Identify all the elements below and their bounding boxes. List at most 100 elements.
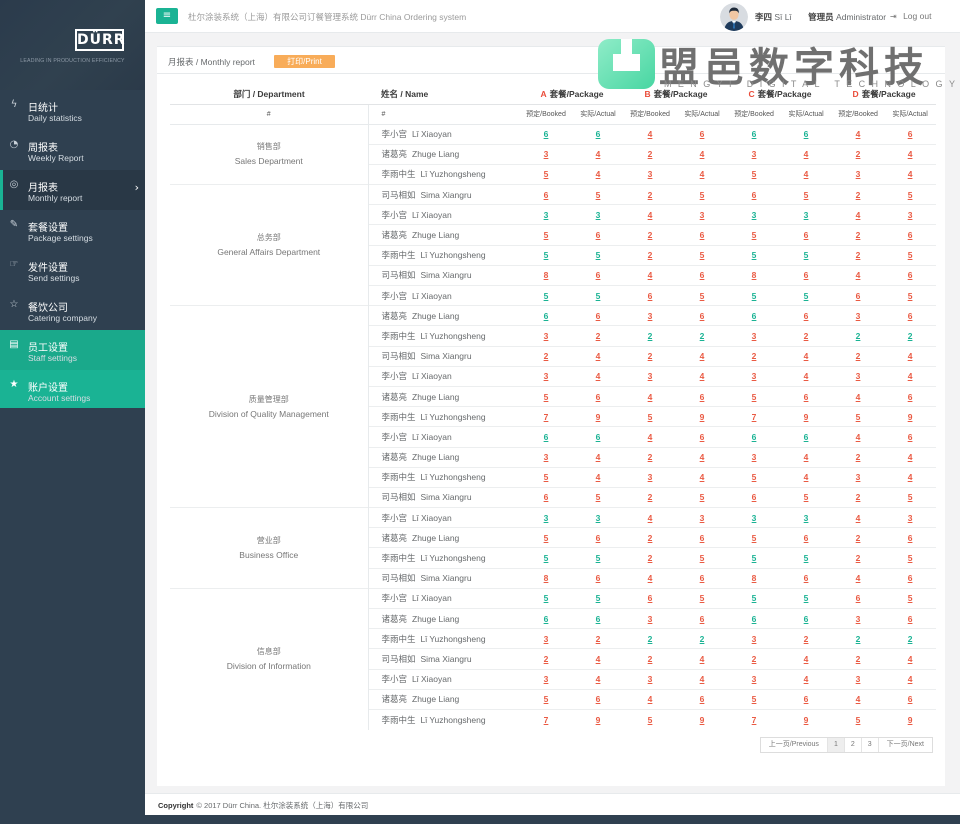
booked-count-link[interactable]: 5 (752, 169, 757, 179)
page-2-button[interactable]: 2 (843, 738, 861, 752)
booked-count-link[interactable]: 3 (856, 371, 861, 381)
booked-count-link[interactable]: 3 (544, 634, 549, 644)
booked-count-link[interactable]: 5 (752, 250, 757, 260)
booked-count-link[interactable]: 3 (648, 674, 653, 684)
booked-count-link[interactable]: 5 (752, 230, 757, 240)
actual-count-link[interactable]: 6 (804, 129, 809, 139)
booked-count-link[interactable]: 7 (544, 715, 549, 725)
sidebar-item-package-settings[interactable]: ✎ 套餐设置 Package settings (0, 210, 145, 250)
booked-count-link[interactable]: 5 (752, 472, 757, 482)
booked-count-link[interactable]: 4 (648, 392, 653, 402)
actual-count-link[interactable]: 4 (700, 472, 705, 482)
page-1-button[interactable]: 1 (826, 738, 844, 752)
actual-count-link[interactable]: 6 (596, 432, 601, 442)
actual-count-link[interactable]: 5 (596, 492, 601, 502)
booked-count-link[interactable]: 3 (544, 331, 549, 341)
booked-count-link[interactable]: 3 (752, 371, 757, 381)
booked-count-link[interactable]: 3 (648, 614, 653, 624)
booked-count-link[interactable]: 6 (752, 614, 757, 624)
actual-count-link[interactable]: 4 (908, 674, 913, 684)
actual-count-link[interactable]: 6 (804, 573, 809, 583)
booked-count-link[interactable]: 5 (648, 715, 653, 725)
booked-count-link[interactable]: 3 (544, 210, 549, 220)
booked-count-link[interactable]: 8 (752, 573, 757, 583)
booked-count-link[interactable]: 6 (544, 614, 549, 624)
actual-count-link[interactable]: 4 (596, 351, 601, 361)
actual-count-link[interactable]: 6 (804, 270, 809, 280)
actual-count-link[interactable]: 4 (908, 149, 913, 159)
booked-count-link[interactable]: 5 (752, 694, 757, 704)
actual-count-link[interactable]: 3 (804, 513, 809, 523)
actual-count-link[interactable]: 4 (596, 371, 601, 381)
actual-count-link[interactable]: 5 (596, 190, 601, 200)
actual-count-link[interactable]: 4 (908, 169, 913, 179)
sidebar-item-send-settings[interactable]: ☞ 发件设置 Send settings (0, 250, 145, 290)
actual-count-link[interactable]: 2 (804, 331, 809, 341)
next-page-button[interactable]: 下一页/Next (877, 738, 932, 752)
booked-count-link[interactable]: 2 (544, 351, 549, 361)
menu-toggle-button[interactable]: ≡ (156, 8, 178, 24)
actual-count-link[interactable]: 4 (908, 654, 913, 664)
booked-count-link[interactable]: 6 (856, 291, 861, 301)
booked-count-link[interactable]: 5 (544, 553, 549, 563)
actual-count-link[interactable]: 5 (908, 553, 913, 563)
booked-count-link[interactable]: 5 (544, 230, 549, 240)
actual-count-link[interactable]: 4 (804, 472, 809, 482)
booked-count-link[interactable]: 3 (752, 634, 757, 644)
page-3-button[interactable]: 3 (860, 738, 878, 752)
actual-count-link[interactable]: 6 (596, 311, 601, 321)
actual-count-link[interactable]: 4 (700, 654, 705, 664)
sidebar-item-daily-statistics[interactable]: ϟ 日统计 Daily statistics (0, 90, 145, 130)
actual-count-link[interactable]: 4 (596, 472, 601, 482)
booked-count-link[interactable]: 4 (856, 573, 861, 583)
actual-count-link[interactable]: 6 (700, 573, 705, 583)
actual-count-link[interactable]: 6 (908, 270, 913, 280)
booked-count-link[interactable]: 3 (752, 452, 757, 462)
actual-count-link[interactable]: 4 (908, 472, 913, 482)
logout-link[interactable]: ⇥ Log out (890, 11, 931, 21)
booked-count-link[interactable]: 8 (544, 573, 549, 583)
booked-count-link[interactable]: 3 (856, 674, 861, 684)
booked-count-link[interactable]: 6 (544, 432, 549, 442)
actual-count-link[interactable]: 5 (908, 492, 913, 502)
actual-count-link[interactable]: 6 (908, 311, 913, 321)
booked-count-link[interactable]: 5 (752, 291, 757, 301)
actual-count-link[interactable]: 4 (700, 351, 705, 361)
booked-count-link[interactable]: 5 (544, 250, 549, 260)
actual-count-link[interactable]: 4 (908, 452, 913, 462)
booked-count-link[interactable]: 4 (856, 392, 861, 402)
actual-count-link[interactable]: 6 (700, 614, 705, 624)
booked-count-link[interactable]: 2 (856, 149, 861, 159)
booked-count-link[interactable]: 2 (648, 331, 653, 341)
actual-count-link[interactable]: 4 (804, 351, 809, 361)
booked-count-link[interactable]: 4 (648, 573, 653, 583)
actual-count-link[interactable]: 5 (804, 492, 809, 502)
booked-count-link[interactable]: 8 (544, 270, 549, 280)
booked-count-link[interactable]: 4 (856, 129, 861, 139)
actual-count-link[interactable]: 4 (908, 351, 913, 361)
booked-count-link[interactable]: 3 (648, 169, 653, 179)
actual-count-link[interactable]: 6 (908, 230, 913, 240)
actual-count-link[interactable]: 6 (804, 614, 809, 624)
booked-count-link[interactable]: 2 (856, 533, 861, 543)
actual-count-link[interactable]: 4 (700, 371, 705, 381)
actual-count-link[interactable]: 2 (908, 331, 913, 341)
booked-count-link[interactable]: 2 (648, 553, 653, 563)
actual-count-link[interactable]: 6 (908, 614, 913, 624)
booked-count-link[interactable]: 2 (856, 492, 861, 502)
actual-count-link[interactable]: 4 (596, 149, 601, 159)
booked-count-link[interactable]: 6 (856, 593, 861, 603)
actual-count-link[interactable]: 6 (804, 230, 809, 240)
booked-count-link[interactable]: 2 (648, 452, 653, 462)
actual-count-link[interactable]: 9 (596, 412, 601, 422)
actual-count-link[interactable]: 5 (596, 291, 601, 301)
actual-count-link[interactable]: 5 (804, 190, 809, 200)
booked-count-link[interactable]: 5 (648, 412, 653, 422)
actual-count-link[interactable]: 6 (908, 392, 913, 402)
booked-count-link[interactable]: 5 (752, 533, 757, 543)
booked-count-link[interactable]: 6 (752, 129, 757, 139)
actual-count-link[interactable]: 6 (700, 129, 705, 139)
actual-count-link[interactable]: 6 (908, 533, 913, 543)
booked-count-link[interactable]: 3 (648, 371, 653, 381)
durr-logo[interactable]: DÜRR (75, 29, 125, 51)
